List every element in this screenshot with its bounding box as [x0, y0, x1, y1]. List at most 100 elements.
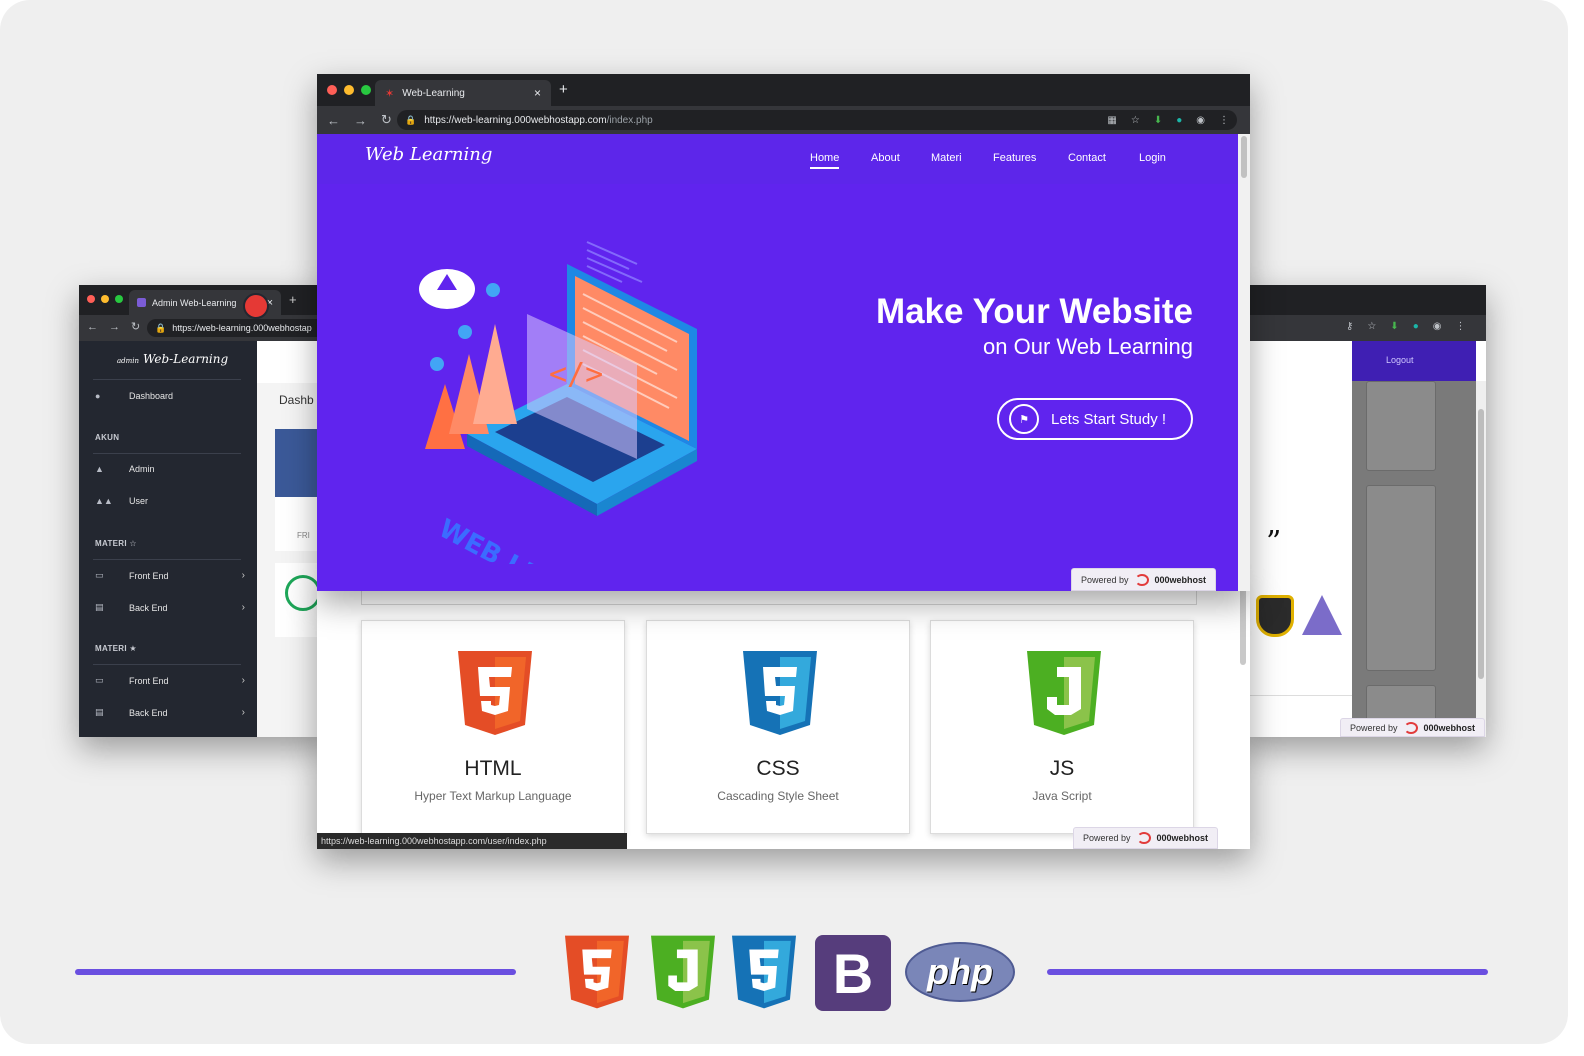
close-window-icon[interactable]	[87, 295, 95, 303]
sidebar-item-back-end[interactable]: ▤ Back End ›	[95, 602, 245, 613]
nav-link-features[interactable]: Features	[993, 152, 1036, 164]
maximize-window-icon[interactable]	[361, 85, 371, 95]
course-card-css[interactable]: CSS Cascading Style Sheet	[646, 620, 910, 834]
chevron-right-icon: ›	[241, 602, 245, 613]
extension-icon[interactable]: ●	[1413, 321, 1419, 332]
admin-address-bar: ← → ↻ 🔒 https://web-learning.000webhosta…	[79, 315, 329, 341]
000webhost-logo-icon	[1403, 721, 1418, 734]
nav-link-contact[interactable]: Contact	[1068, 152, 1106, 164]
dashboard-icon: ●	[95, 391, 101, 401]
scrollbar-thumb[interactable]	[1478, 409, 1484, 679]
course-card-html[interactable]: HTML Hyper Text Markup Language	[361, 620, 625, 834]
main-url-field[interactable]: 🔒 https://web-learning.000webhostapp.com…	[397, 110, 1237, 130]
school-badge-icon	[1256, 595, 1294, 637]
sidebar-section-akun: AKUN	[95, 433, 120, 442]
divider	[93, 453, 241, 454]
admin-tab-title: Admin Web-Learning	[152, 297, 237, 308]
logout-link[interactable]: Logout	[1386, 355, 1414, 365]
decorative-line-right	[1047, 969, 1488, 975]
profile-icon[interactable]: ◉	[1433, 321, 1442, 332]
start-study-button[interactable]: ⚑ Lets Start Study !	[997, 398, 1193, 440]
menu-kebab-icon[interactable]: ⋮	[1455, 321, 1465, 332]
code-symbol: </>	[549, 357, 603, 392]
scrollbar[interactable]	[1238, 134, 1250, 591]
divider	[93, 379, 241, 380]
sidebar-item-user[interactable]: ▲▲ User	[95, 496, 245, 506]
right-browser-window: ⚷ ☆ ⬇ ● ◉ ⋮ Logout ” Powered by 000webho…	[1242, 285, 1486, 737]
android-icon	[285, 575, 321, 611]
close-window-icon[interactable]	[327, 85, 337, 95]
forward-arrow-icon[interactable]: →	[354, 113, 367, 128]
laptop-illustration: </> WEB LEARNING	[419, 241, 697, 564]
sidebar-item-admin[interactable]: ▲ Admin	[95, 464, 245, 474]
sidebar-item-back-end[interactable]: ▤ Back End ›	[95, 707, 245, 718]
minimize-window-icon[interactable]	[101, 295, 109, 303]
admin-logo-icon[interactable]	[243, 293, 269, 319]
extension-icon[interactable]: ●	[1176, 115, 1182, 126]
reload-icon[interactable]: ↻	[381, 112, 392, 128]
browser-extension-icons: ⚷ ☆ ⬇ ● ◉ ⋮	[1346, 321, 1465, 332]
key-icon[interactable]: ⚷	[1346, 321, 1353, 332]
back-arrow-icon[interactable]: ←	[327, 113, 340, 128]
profile-icon[interactable]: ◉	[1196, 115, 1205, 126]
main-browser-tab[interactable]: ✶ Web-Learning ×	[375, 80, 551, 106]
illustration-label: WEB LEARNING	[434, 514, 646, 564]
hero-section: Web Learning Home About Materi Features …	[317, 134, 1238, 591]
sidebar-item-front-end[interactable]: ▭ Front End ›	[95, 570, 245, 581]
powered-by-badge[interactable]: Powered by 000webhost	[1340, 718, 1486, 737]
monitor-icon: ▭	[95, 675, 104, 685]
forward-arrow-icon[interactable]: →	[109, 321, 120, 333]
download-extension-icon[interactable]: ⬇	[1154, 115, 1162, 126]
nav-link-materi[interactable]: Materi	[931, 152, 962, 164]
css3-icon	[743, 651, 817, 735]
html5-icon	[458, 651, 532, 735]
new-tab-icon[interactable]: +	[289, 292, 297, 307]
tab-close-icon[interactable]: ×	[534, 86, 541, 100]
star-icon[interactable]: ☆	[1367, 321, 1376, 332]
course-card-js[interactable]: JS Java Script	[930, 620, 1194, 834]
maximize-window-icon[interactable]	[115, 295, 123, 303]
sidebar-item-dashboard[interactable]: ● Dashboard	[95, 391, 245, 401]
reload-icon[interactable]: ↻	[131, 320, 140, 333]
nav-link-home[interactable]: Home	[810, 152, 840, 169]
lower-page-section: HTML Hyper Text Markup Language CSS Casc…	[317, 585, 1250, 849]
chevron-right-icon: ›	[241, 707, 245, 718]
lock-icon: 🔒	[155, 322, 167, 333]
admin-brand[interactable]: admin Web-Learning	[117, 352, 228, 366]
nav-link-about[interactable]: About	[871, 152, 900, 164]
admin-tab-strip: Admin Web-Learning × +	[79, 285, 329, 315]
powered-by-badge[interactable]: Powered by 000webhost	[1071, 568, 1217, 591]
menu-kebab-icon[interactable]: ⋮	[1219, 115, 1229, 126]
new-tab-icon[interactable]: +	[559, 81, 568, 98]
translate-icon[interactable]: ▦	[1107, 115, 1116, 126]
back-arrow-icon[interactable]: ←	[87, 321, 98, 333]
admin-url-field[interactable]: 🔒 https://web-learning.000webhostap	[147, 319, 329, 337]
minimize-window-icon[interactable]	[344, 85, 354, 95]
university-logo-icon	[1302, 595, 1342, 635]
powered-by-label: Powered by	[1081, 574, 1129, 585]
scrollbar-thumb[interactable]	[1240, 585, 1246, 665]
window-controls[interactable]	[327, 85, 371, 95]
powered-by-badge[interactable]: Powered by 000webhost	[1073, 827, 1219, 849]
js-icon	[1027, 651, 1101, 735]
url-text: https://web-learning.000webhostapp.com/i…	[424, 115, 653, 126]
powered-by-brand: 000webhost	[1156, 833, 1209, 843]
course-description: Java Script	[1032, 789, 1092, 803]
php-icon: php	[905, 942, 1015, 1002]
main-address-bar: ← → ↻ 🔒 https://web-learning.000webhosta…	[317, 106, 1250, 134]
divider	[93, 664, 241, 665]
window-controls[interactable]	[87, 295, 123, 303]
monitor-icon: ▭	[95, 570, 104, 580]
sidebar-item-label: Back End	[129, 707, 168, 718]
scrollbar[interactable]	[1476, 381, 1486, 737]
sidebar-item-label: User	[129, 496, 149, 506]
scrollbar-thumb[interactable]	[1241, 136, 1247, 178]
powered-by-brand: 000webhost	[1423, 722, 1476, 733]
sidebar-item-front-end[interactable]: ▭ Front End ›	[95, 675, 245, 686]
sidebar-item-label: Back End	[129, 602, 168, 613]
download-extension-icon[interactable]: ⬇	[1390, 321, 1398, 332]
nav-link-login[interactable]: Login	[1139, 152, 1166, 164]
right-address-bar: ⚷ ☆ ⬇ ● ◉ ⋮	[1242, 315, 1486, 341]
site-brand-logo[interactable]: Web Learning	[365, 144, 492, 165]
star-icon[interactable]: ☆	[1131, 115, 1140, 126]
